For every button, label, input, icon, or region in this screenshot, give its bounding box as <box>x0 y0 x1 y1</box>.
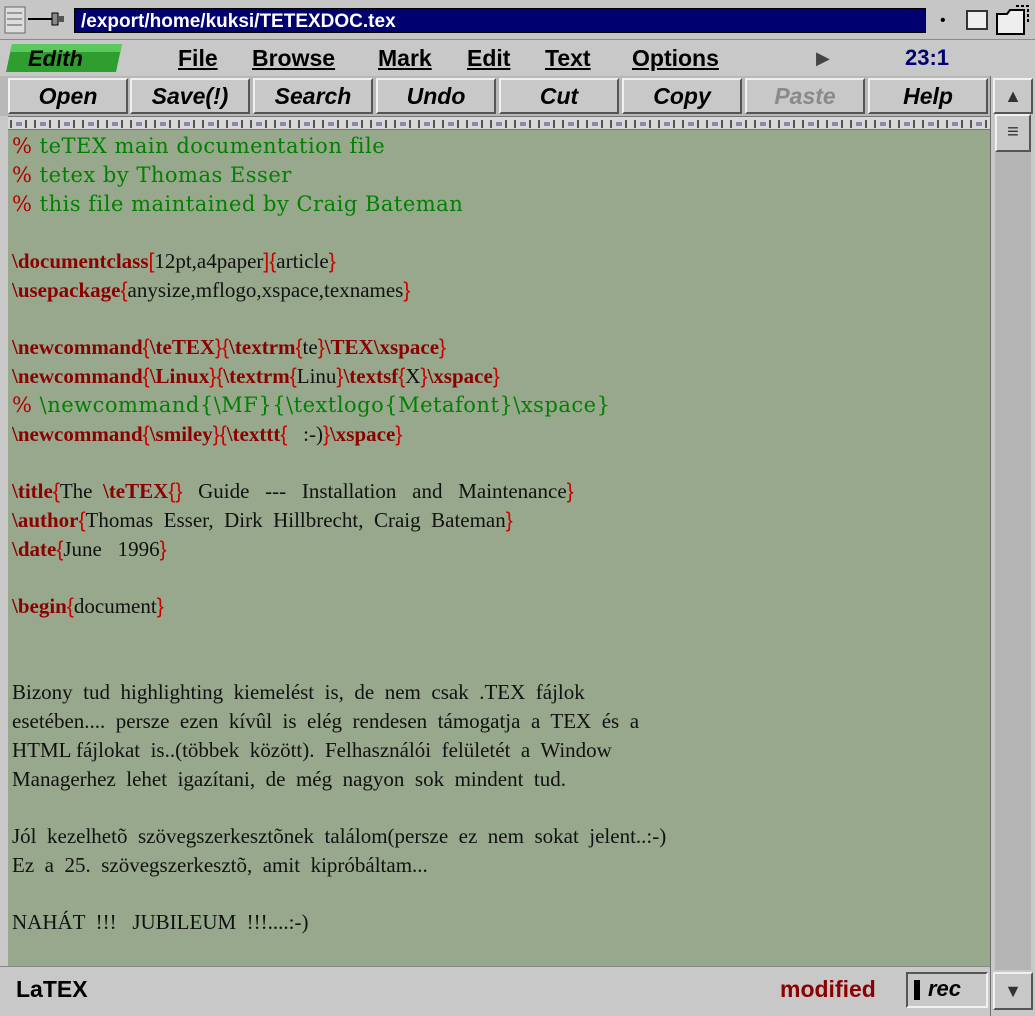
edith-logo: Edith <box>6 42 122 74</box>
mode-label: LaTEX <box>16 976 88 1002</box>
open-button[interactable]: Open <box>8 78 128 114</box>
svg-text:Edith: Edith <box>28 46 83 71</box>
record-button[interactable]: rec <box>906 972 988 1008</box>
code-line: \title{The \teTEX{} Guide --- Installati… <box>12 479 574 503</box>
save-button[interactable]: Save(!) <box>130 78 250 114</box>
text-line: Managerhez lehet igazítani, de még nagyo… <box>12 767 567 791</box>
pin-icon[interactable] <box>26 8 66 30</box>
code-line: % this file maintained by Craig Bateman <box>12 192 464 216</box>
code-line: \documentclass[12pt,a4paper]{article} <box>12 249 336 273</box>
minimize-icon[interactable]: • <box>940 8 954 33</box>
maximize-icon[interactable] <box>966 10 988 30</box>
search-button[interactable]: Search <box>253 78 373 114</box>
cursor-position: 23:1 <box>905 45 950 70</box>
record-label: rec <box>928 976 962 1001</box>
play-arrow-icon[interactable]: ▶ <box>816 46 836 70</box>
tab-ruler[interactable] <box>8 116 990 130</box>
menu-options[interactable]: Options <box>632 40 736 76</box>
menu-browse[interactable]: Browse <box>252 40 352 76</box>
copy-button[interactable]: Copy <box>622 78 742 114</box>
paste-button[interactable]: Paste <box>745 78 865 114</box>
menu-mark[interactable]: Mark <box>378 40 442 76</box>
text-line: Jól kezelhetõ szövegszerkesztõnek találo… <box>12 824 667 848</box>
code-line: % teTEX main documentation file <box>12 134 386 158</box>
help-button[interactable]: Help <box>868 78 988 114</box>
scroll-trough[interactable] <box>995 152 1031 970</box>
text-line: HTML fájlokat is..(többek között). Felha… <box>12 738 612 762</box>
code-line: \usepackage{anysize,mflogo,xspace,texnam… <box>12 278 411 302</box>
code-line: % \newcommand{\MF}{\textlogo{Metafont}\x… <box>12 393 611 417</box>
code-line: \date{June 1996} <box>12 537 167 561</box>
text-line: esetében.... persze ezen kívûl is elég r… <box>12 709 640 733</box>
menu-text[interactable]: Text <box>545 40 605 76</box>
window-title: /export/home/kuksi/TETEXDOC.tex <box>74 8 926 33</box>
menu-edit[interactable]: Edit <box>467 40 519 76</box>
code-line: \author{Thomas Esser, Dirk Hillbrecht, C… <box>12 508 513 532</box>
scroll-down-icon[interactable]: ▼ <box>993 972 1033 1010</box>
folder-icon[interactable] <box>994 4 1032 38</box>
text-editor[interactable]: % teTEX main documentation file % tetex … <box>8 130 990 966</box>
scroll-up-icon[interactable]: ▲ <box>993 78 1033 114</box>
modified-indicator: modified <box>780 976 876 1002</box>
ruler-ticks <box>8 118 990 129</box>
cut-button[interactable]: Cut <box>499 78 619 114</box>
record-icon <box>914 980 920 1001</box>
text-line: Bizony tud highlighting kiemelést is, de… <box>12 680 585 704</box>
undo-button[interactable]: Undo <box>376 78 496 114</box>
code-line: \newcommand{\smiley}{\texttt{ :-)}\xspac… <box>12 422 403 446</box>
code-line: \newcommand{\teTEX}{\textrm{te}\TEX\xspa… <box>12 335 447 359</box>
scroll-thumb[interactable]: ≡ <box>995 114 1031 152</box>
text-line: Ez a 25. szövegszerkesztõ, amit kipróbál… <box>12 853 428 877</box>
code-line: \newcommand{\Linux}{\textrm{Linu}\textsf… <box>12 364 500 388</box>
text-line: NAHÁT !!! JUBILEUM !!!....:-) <box>12 910 309 934</box>
code-line: % tetex by Thomas Esser <box>12 163 292 187</box>
menu-file[interactable]: File <box>178 40 228 76</box>
code-line: \begin{document} <box>12 594 164 618</box>
